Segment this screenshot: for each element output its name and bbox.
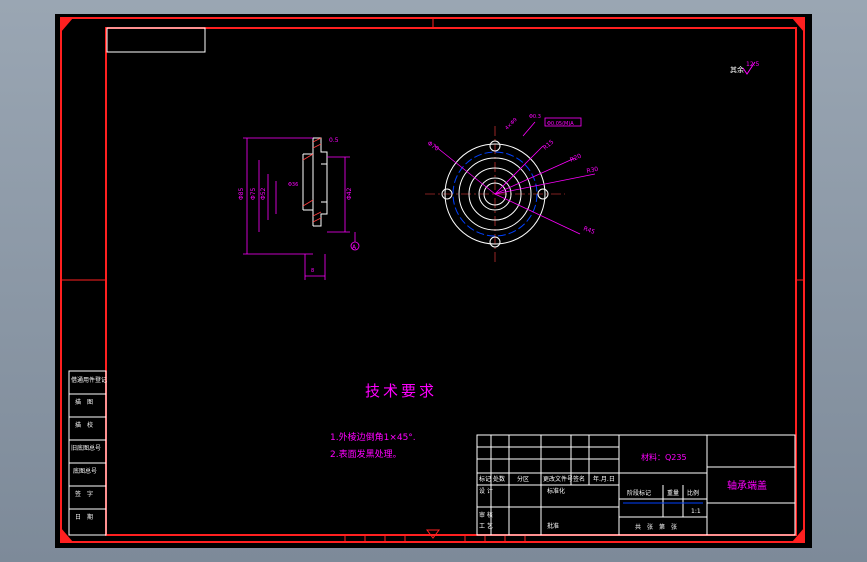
surface-finish-note: 其余 xyxy=(730,65,744,74)
tb-ratio: 比例 xyxy=(687,489,699,497)
dim-holes: 4×Φ9 xyxy=(504,117,518,131)
left-signature-table: 借通用件登记 描 图 描 校 旧底图总号 底图总号 签 字 日 期 xyxy=(68,370,107,536)
tb-count: 处数 xyxy=(493,475,505,483)
dim-d85: Φ85 xyxy=(238,187,245,200)
tech-requirement-1: 1.外棱边倒角1×45°. xyxy=(330,431,416,443)
drawing-sheet: 其余 12.5 Φ85 Φ75 Φ52 Φ36 Φ42 0.5 8 A R45 … xyxy=(60,17,805,543)
dim-r45: R45 xyxy=(582,225,596,236)
left-cell-5: 签 字 xyxy=(75,490,93,498)
left-cell-0: 借通用件登记 xyxy=(71,376,107,384)
dim-d75: Φ75 xyxy=(250,187,257,200)
dim-d36: Φ36 xyxy=(288,182,298,188)
tb-stage: 阶段标记 xyxy=(627,489,651,497)
tb-material: 材料：Q235 xyxy=(641,452,687,462)
drawing-viewport[interactable]: 其余 12.5 Φ85 Φ75 Φ52 Φ36 Φ42 0.5 8 A R45 … xyxy=(55,14,812,548)
tb-scale: 1:1 xyxy=(691,508,701,515)
tb-approve: 批准 xyxy=(547,522,559,530)
tb-sign: 签名 xyxy=(573,475,585,483)
tech-requirements-heading: 技术要求 xyxy=(365,382,437,400)
dim-thickness: 8 xyxy=(311,268,314,274)
tb-mark: 标记 xyxy=(479,475,491,483)
dim-ref: Φ0.3 xyxy=(529,114,541,120)
tb-title: 轴承端盖 xyxy=(727,479,767,492)
left-cell-4: 底图总号 xyxy=(73,467,97,475)
tb-design: 设 计 xyxy=(479,487,493,495)
tb-date: 年.月.日 xyxy=(593,475,615,483)
dim-chamfer: 0.5 xyxy=(329,137,339,144)
left-cell-2: 描 校 xyxy=(75,421,93,429)
tolerance-frame: Φ0.05(M)A xyxy=(547,121,574,127)
left-cell-1: 描 图 xyxy=(75,398,93,406)
corner-marks xyxy=(61,18,804,542)
tb-review: 审 核 xyxy=(479,511,493,519)
left-cell-3: 旧底图总号 xyxy=(71,444,101,452)
tb-zone: 分区 xyxy=(517,475,529,483)
tb-process: 工 艺 xyxy=(479,522,493,530)
side-section-view: Φ85 Φ75 Φ52 Φ36 Φ42 0.5 8 A xyxy=(238,137,360,280)
inner-frame xyxy=(105,27,797,536)
dim-d42: Φ42 xyxy=(346,187,353,200)
tech-requirement-2: 2.表面发黑处理。 xyxy=(330,448,402,460)
dim-pitch: Φ70 xyxy=(426,140,440,153)
tb-std: 标准化 xyxy=(547,487,565,495)
tb-weight: 重量 xyxy=(667,489,679,497)
dim-d52: Φ52 xyxy=(260,187,267,200)
dim-r20: R20 xyxy=(569,153,583,164)
left-cell-6: 日 期 xyxy=(75,513,93,521)
title-block: 标记 处数 分区 更改文件号 签名 年.月.日 设 计 标准化 审 核 工 艺 … xyxy=(476,434,796,536)
front-view xyxy=(425,117,596,264)
dim-r30: R30 xyxy=(586,166,599,175)
dim-r15: R15 xyxy=(542,138,556,151)
tb-sheets: 共 张 第 张 xyxy=(635,523,677,531)
tb-change-doc: 更改文件号 xyxy=(543,475,573,483)
outer-border xyxy=(60,17,805,543)
stamp-box xyxy=(106,27,206,53)
